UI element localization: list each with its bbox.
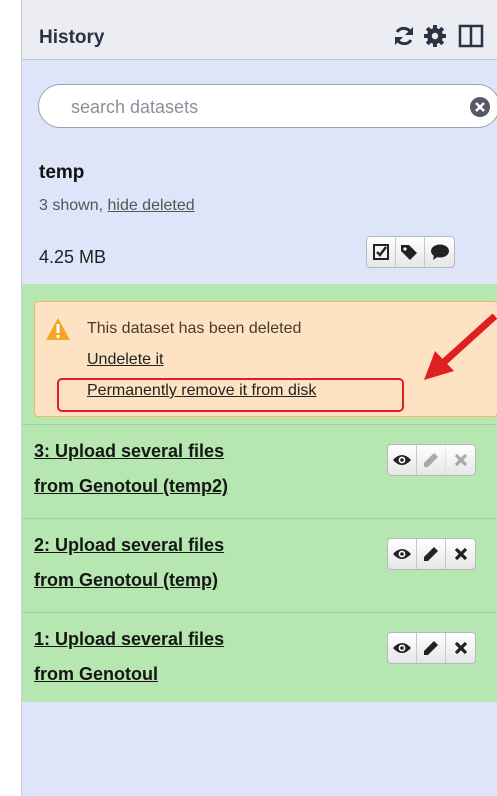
- comment-icon: [430, 244, 449, 260]
- dataset-title-line2: from Genotoul (temp2): [34, 476, 228, 496]
- view-button[interactable]: [388, 539, 417, 569]
- shown-count-text: 3 shown,: [39, 197, 108, 214]
- edit-button[interactable]: [417, 633, 446, 663]
- dataset-actions: [387, 538, 476, 570]
- edit-button[interactable]: [417, 539, 446, 569]
- history-panel: History search datasets temp 3 shown, hi…: [21, 0, 497, 796]
- select-datasets-button[interactable]: [367, 237, 396, 267]
- edit-annotation-button[interactable]: [425, 237, 454, 267]
- pencil-icon: [424, 641, 438, 655]
- dataset-actions: [387, 444, 476, 476]
- dataset-title-line1: 1: Upload several files: [34, 629, 225, 649]
- eye-icon: [393, 549, 411, 559]
- tags-icon: [401, 245, 417, 260]
- history-count: 3 shown, hide deleted: [39, 197, 195, 215]
- delete-button[interactable]: [446, 633, 475, 663]
- check-square-icon: [373, 244, 389, 260]
- dataset-title-line1: 3: Upload several files: [34, 441, 225, 461]
- dataset-title[interactable]: 1: Upload several files from Genotoul: [34, 622, 334, 692]
- edit-button[interactable]: [417, 445, 446, 475]
- view-button[interactable]: [388, 633, 417, 663]
- dataset-item[interactable]: 3: Upload several files from Genotoul (t…: [22, 424, 497, 519]
- dataset-title[interactable]: 3: Upload several files from Genotoul (t…: [34, 434, 334, 504]
- history-size: 4.25 MB: [39, 247, 107, 267]
- search-box: [38, 84, 497, 128]
- history-actions: [366, 236, 455, 268]
- history-header: History: [22, 0, 497, 60]
- hide-deleted-link[interactable]: hide deleted: [107, 197, 194, 214]
- annotation-arrow: [424, 314, 497, 380]
- close-icon: [454, 453, 467, 467]
- columns-icon[interactable]: [458, 24, 484, 53]
- clear-search-icon[interactable]: [469, 96, 491, 123]
- search-input[interactable]: [69, 93, 453, 121]
- delete-button[interactable]: [446, 539, 475, 569]
- close-icon: [454, 641, 467, 655]
- eye-icon: [393, 455, 411, 465]
- dataset-title[interactable]: 2: Upload several files from Genotoul (t…: [34, 528, 334, 598]
- deleted-message: This dataset has been deleted: [87, 320, 302, 337]
- pencil-icon: [424, 453, 438, 467]
- view-button[interactable]: [388, 445, 417, 475]
- dataset-title-line2: from Genotoul: [34, 664, 158, 684]
- undelete-link[interactable]: Undelete it: [87, 351, 164, 369]
- dataset-item[interactable]: 2: Upload several files from Genotoul (t…: [22, 518, 497, 613]
- gear-icon[interactable]: [423, 24, 447, 53]
- refresh-icon[interactable]: [392, 24, 416, 53]
- pencil-icon: [424, 547, 438, 561]
- history-name[interactable]: temp: [39, 162, 84, 184]
- highlight-box: [57, 378, 404, 412]
- close-icon: [454, 547, 467, 561]
- dataset-item[interactable]: 1: Upload several files from Genotoul: [22, 612, 497, 707]
- dataset-title-line1: 2: Upload several files: [34, 535, 225, 555]
- delete-button[interactable]: [446, 445, 475, 475]
- dataset-actions: [387, 632, 476, 664]
- eye-icon: [393, 643, 411, 653]
- panel-title: History: [39, 27, 105, 48]
- warning-icon: [45, 317, 71, 346]
- edit-tags-button[interactable]: [396, 237, 425, 267]
- dataset-title-line2: from Genotoul (temp): [34, 570, 218, 590]
